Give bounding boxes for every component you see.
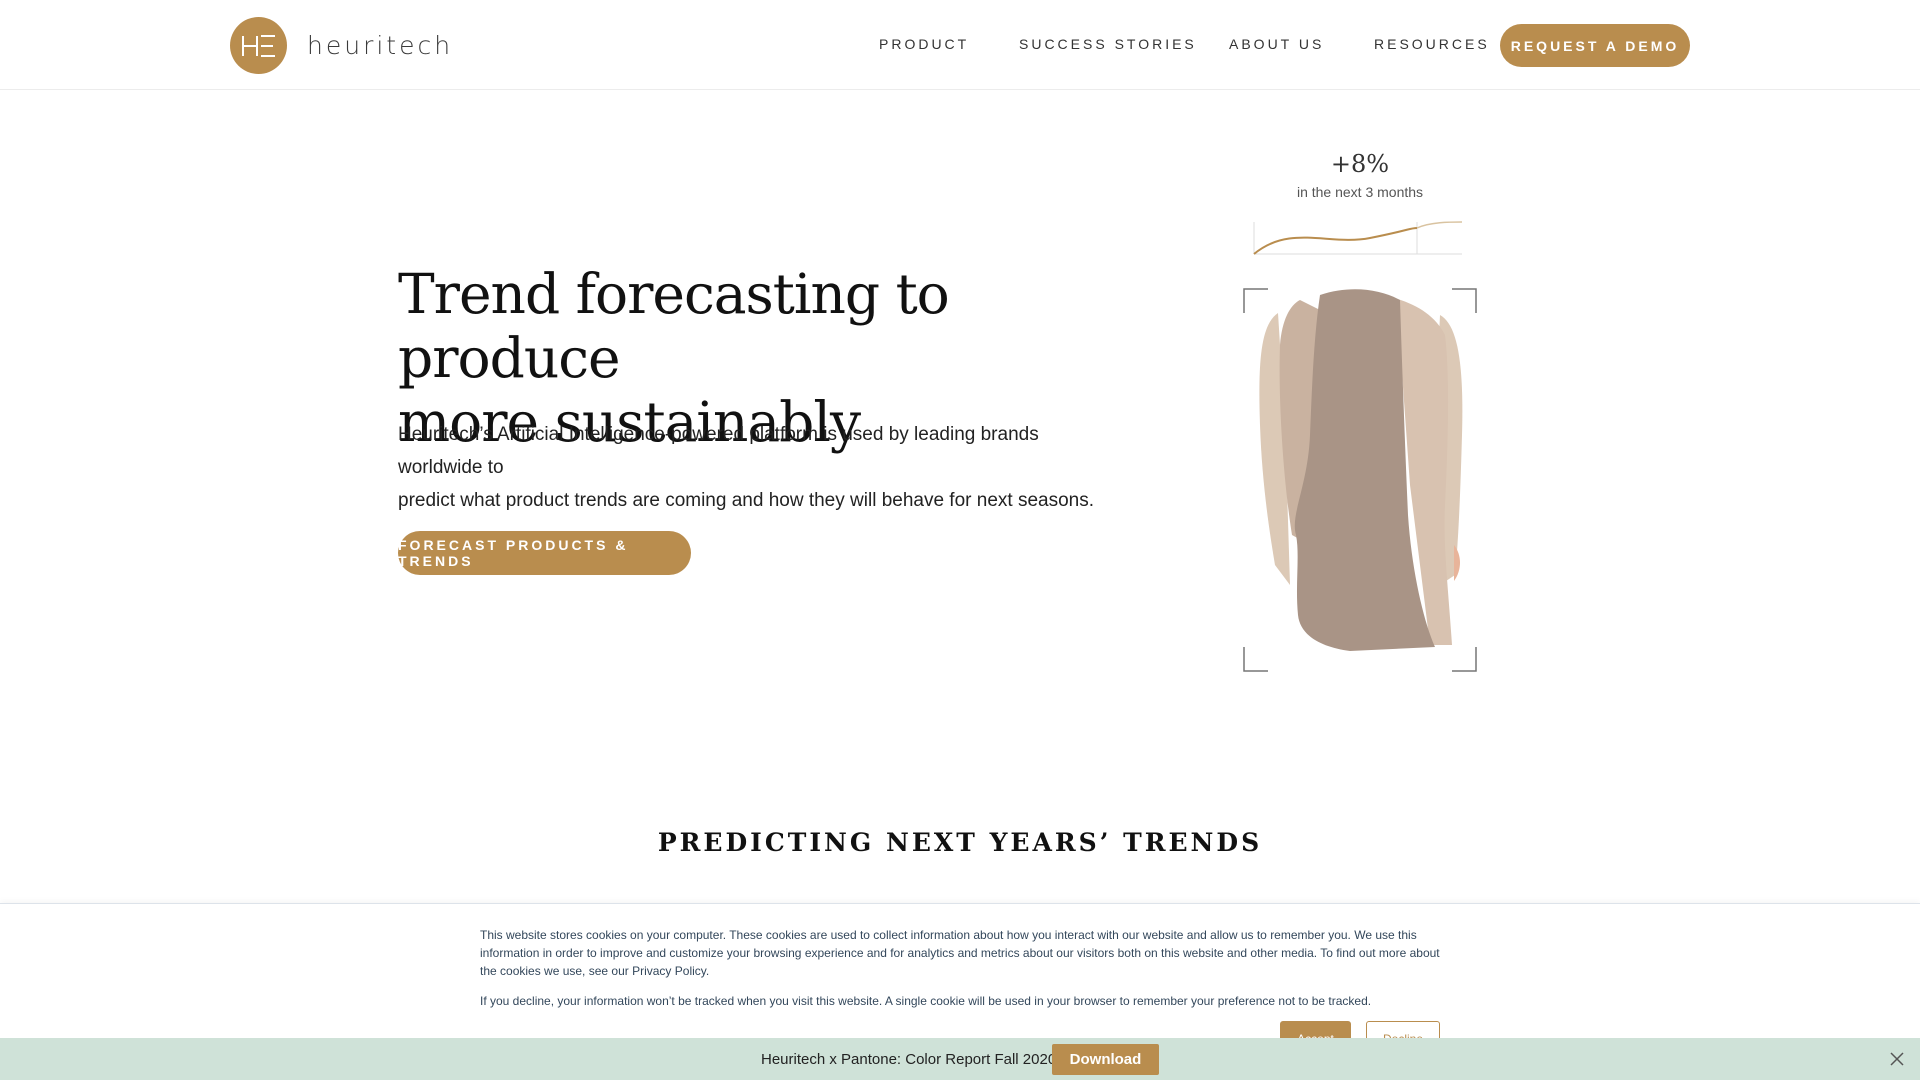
growth-percentage: +8% [1330, 150, 1390, 178]
blazer-illustration [1243, 288, 1477, 672]
request-demo-button[interactable]: REQUEST A DEMO [1500, 24, 1690, 67]
growth-caption: in the next 3 months [1296, 184, 1424, 200]
cookie-text-decline-info: If you decline, your information won’t b… [480, 994, 1372, 1008]
nav-success-stories[interactable]: SUCCESS STORIES [1019, 36, 1197, 52]
promo-bar: Heuritech x Pantone: Color Report Fall 2… [0, 1038, 1920, 1080]
cookie-text-line2: information in order to improve and cust… [480, 946, 1440, 960]
hero-title-line1: Trend forecasting to produce [398, 262, 950, 390]
logo-link[interactable]: heuritech [230, 17, 453, 74]
nav-product[interactable]: PRODUCT [879, 36, 969, 52]
close-icon[interactable] [1888, 1050, 1906, 1068]
cookie-text-main: This website stores cookies on your comp… [480, 926, 1440, 980]
site-header: heuritech PRODUCT SUCCESS STORIES ABOUT … [0, 0, 1920, 90]
hero-description-line1: Heuritech’s Artificial Intelligence-powe… [398, 424, 1039, 478]
trend-curve-graphic [1253, 221, 1463, 255]
cookie-text-line3: the cookies we use, see our Privacy Poli… [480, 964, 710, 978]
hero-description: Heuritech’s Artificial Intelligence-powe… [398, 418, 1118, 517]
section-title: PREDICTING NEXT YEARS’ TRENDS [657, 828, 1263, 857]
cookie-text-line1: This website stores cookies on your comp… [480, 928, 1417, 942]
logo-text: heuritech [307, 31, 454, 60]
hero-description-line2: predict what product trends are coming a… [398, 490, 1094, 511]
heuritech-logo-icon [230, 17, 287, 74]
nav-resources[interactable]: RESOURCES [1374, 36, 1490, 52]
forecast-products-button[interactable]: FORECAST PRODUCTS & TRENDS [398, 531, 691, 575]
promo-text: Heuritech x Pantone: Color Report Fall 2… [761, 1051, 1057, 1068]
nav-about-us[interactable]: ABOUT US [1229, 36, 1324, 52]
promo-download-button[interactable]: Download [1052, 1044, 1159, 1075]
